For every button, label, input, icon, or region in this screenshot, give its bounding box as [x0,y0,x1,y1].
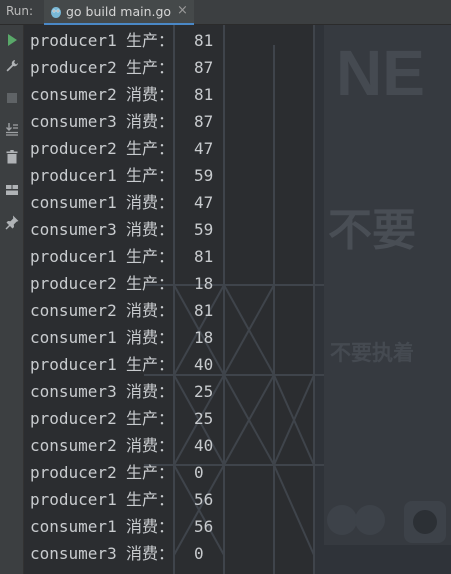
line-value: 47 [194,193,214,212]
console-line: producer1 生产： 81 [30,243,213,270]
line-value: 87 [194,112,214,131]
line-value: 0 [194,544,204,563]
pin-icon[interactable] [4,214,20,230]
line-value: 81 [194,247,214,266]
console-line: producer2 生产： 25 [30,405,213,432]
line-action: 消费： [126,85,175,104]
line-process-name: producer2 [30,139,117,158]
background-text-large: 不要 [328,205,416,256]
line-value: 59 [194,220,214,239]
line-process-name: producer1 [30,355,117,374]
tab-go-build-main[interactable]: go build main.go × [44,0,194,25]
line-process-name: producer1 [30,31,117,50]
line-action: 消费： [126,193,175,212]
line-process-name: consumer2 [30,85,117,104]
line-value: 59 [194,166,214,185]
run-tool-window-header: Run: go build main.go × [0,0,451,25]
line-action: 生产： [126,31,175,50]
line-action: 生产： [126,274,175,293]
line-value: 25 [194,382,214,401]
console-line: producer1 生产： 40 [30,351,213,378]
line-action: 消费： [126,544,175,563]
console-output[interactable]: NE 不要 不要执着 producer1 生产： 81 producer2 生产： 87 c… [24,25,451,574]
line-action: 生产： [126,247,175,266]
run-toolbar [0,25,24,574]
console-line: producer2 生产： 47 [30,135,213,162]
line-action: 消费： [126,382,175,401]
console-line: producer2 生产： 18 [30,270,213,297]
console-line: consumer2 消费： 81 [30,297,213,324]
line-action: 消费： [126,301,175,320]
line-value: 81 [194,301,214,320]
line-process-name: producer1 [30,490,117,509]
line-process-name: consumer2 [30,436,117,455]
line-action: 生产： [126,58,175,77]
line-action: 生产： [126,463,175,482]
line-value: 47 [194,139,214,158]
line-process-name: consumer3 [30,112,117,131]
line-action: 生产： [126,490,175,509]
console-lines: producer1 生产： 81 producer2 生产： 87 consumer2 消费：… [30,27,213,567]
run-icon[interactable] [4,32,20,48]
line-process-name: consumer3 [30,382,117,401]
line-process-name: producer2 [30,58,117,77]
line-process-name: consumer2 [30,301,117,320]
line-action: 生产： [126,166,175,185]
line-value: 18 [194,274,214,293]
line-value: 18 [194,328,214,347]
stop-icon[interactable] [4,90,20,106]
console-line: consumer1 消费： 47 [30,189,213,216]
line-value: 25 [194,409,214,428]
layout-icon[interactable] [4,182,20,198]
tab-label: go build main.go [66,4,172,19]
line-process-name: consumer3 [30,220,117,239]
line-value: 0 [194,463,204,482]
line-process-name: consumer1 [30,193,117,212]
line-value: 56 [194,517,214,536]
line-value: 81 [194,31,214,50]
line-value: 40 [194,355,214,374]
line-value: 81 [194,85,214,104]
console-line: consumer3 消费： 87 [30,108,213,135]
console-line: producer1 生产： 81 [30,27,213,54]
line-action: 消费： [126,436,175,455]
line-process-name: producer1 [30,247,117,266]
line-action: 生产： [126,355,175,374]
console-line: producer2 生产： 87 [30,54,213,81]
line-action: 消费： [126,517,175,536]
line-action: 消费： [126,112,175,131]
line-value: 56 [194,490,214,509]
line-action: 生产： [126,139,175,158]
delete-icon[interactable] [4,149,20,165]
line-process-name: producer2 [30,463,117,482]
line-value: 87 [194,58,214,77]
console-line: consumer2 消费： 81 [30,81,213,108]
line-process-name: producer2 [30,274,117,293]
console-line: consumer3 消费： 0 [30,540,213,567]
line-process-name: consumer1 [30,517,117,536]
gopher-icon [51,7,61,18]
line-action: 消费： [126,220,175,239]
background-text-ne: NE [336,37,425,109]
line-process-name: producer2 [30,409,117,428]
console-line: producer1 生产： 56 [30,486,213,513]
console-line: consumer1 消费： 18 [30,324,213,351]
run-label: Run: [6,4,34,18]
line-action: 消费： [126,328,175,347]
line-process-name: consumer1 [30,328,117,347]
console-line: consumer3 消费： 25 [30,378,213,405]
console-line: consumer2 消费： 40 [30,432,213,459]
console-line: consumer1 消费： 56 [30,513,213,540]
line-process-name: consumer3 [30,544,117,563]
console-line: consumer3 消费： 59 [30,216,213,243]
line-value: 40 [194,436,214,455]
line-action: 生产： [126,409,175,428]
scroll-to-end-icon[interactable] [4,121,20,137]
line-process-name: producer1 [30,166,117,185]
background-text-medium: 不要执着 [330,341,414,365]
close-icon[interactable]: × [177,3,188,18]
console-line: producer2 生产： 0 [30,459,213,486]
console-line: producer1 生产： 59 [30,162,213,189]
wrench-icon[interactable] [4,58,20,74]
